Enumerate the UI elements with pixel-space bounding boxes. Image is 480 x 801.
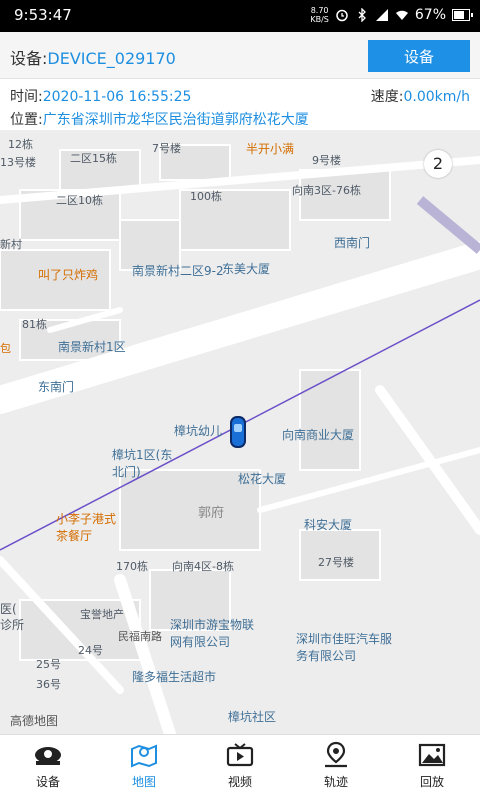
map-label: 医( <box>0 602 17 616</box>
map-label: 24号 <box>78 644 103 657</box>
map-label: 100栋 <box>190 190 222 203</box>
map-icon <box>131 744 157 768</box>
device-select-button[interactable]: 设备 <box>368 40 470 72</box>
tab-video[interactable]: 视频 <box>192 735 288 801</box>
battery-icon <box>452 9 473 21</box>
location-value: 广东省深圳市龙华区民治街道郭府松花大厦 <box>42 112 309 128</box>
network-speed: 8.70 KB/S <box>310 6 329 24</box>
vehicle-marker-icon[interactable] <box>230 416 246 448</box>
map-label: 向南4区-8栋 <box>172 560 234 573</box>
map-label: 二区10栋 <box>56 194 103 207</box>
network-speed-unit: KB/S <box>310 15 329 24</box>
map-label: 25号 <box>36 658 61 671</box>
map-label: 12栋 <box>8 138 33 151</box>
battery-percent: 67% <box>414 7 446 23</box>
tab-device-label: 设备 <box>35 775 60 789</box>
device-label: 设备: <box>10 49 48 68</box>
map-label: 二区15栋 <box>70 152 117 165</box>
tab-video-label: 视频 <box>227 775 252 789</box>
tab-track-label: 轨迹 <box>323 775 348 789</box>
device-id: DEVICE_029170 <box>47 49 176 68</box>
status-icons: 8.70 KB/S 67% <box>310 6 473 24</box>
network-speed-value: 8.70 <box>310 6 329 15</box>
time-value: 2020-11-06 16:55:25 <box>42 89 192 105</box>
map-poi[interactable]: 东南门 <box>38 378 74 395</box>
zoom-level-badge[interactable]: 2 <box>424 150 452 178</box>
location-row: 位置:广东省深圳市龙华区民治街道郭府松花大厦 <box>10 109 309 129</box>
map-label: 170栋 <box>116 560 148 573</box>
device-bar: 设备:DEVICE_029170 设备 <box>0 32 480 79</box>
map-poi-restaurant[interactable]: 叫了只炸鸡 <box>38 266 98 283</box>
map-label: 81栋 <box>22 318 47 331</box>
map-poi[interactable]: 南景新村二区9-2 <box>132 262 224 279</box>
device-label-row: 设备:DEVICE_029170 <box>10 45 176 69</box>
map-poi-restaurant[interactable]: 半开小满 <box>246 140 294 157</box>
time-row: 时间:2020-11-06 16:55:25 <box>10 86 191 106</box>
map-poi[interactable]: 松花大厦 <box>238 470 286 487</box>
signal-icon <box>375 8 389 22</box>
tab-playback-label: 回放 <box>419 775 444 789</box>
map-label: 包 <box>0 342 11 355</box>
map-label: 9号楼 <box>312 154 341 167</box>
map-label: 13号楼 <box>0 156 36 169</box>
map-label: 新村 <box>0 238 22 251</box>
map-label: 36号 <box>36 678 61 691</box>
map-poi[interactable]: 樟坑1区(东北门) <box>112 446 174 480</box>
device-icon <box>35 747 61 765</box>
tab-track[interactable]: 轨迹 <box>288 735 384 801</box>
video-icon <box>226 743 254 767</box>
map-poi[interactable]: 深圳市佳旺汽车服务有限公司 <box>296 630 396 664</box>
status-bar: 9:53:47 8.70 KB/S 67% <box>0 0 480 32</box>
time-label: 时间: <box>10 89 43 105</box>
info-panel: 时间:2020-11-06 16:55:25 速度:0.00km/h 位置:广东… <box>0 80 480 130</box>
map-poi[interactable]: 隆多福生活超市 <box>132 668 216 685</box>
wifi-icon <box>395 8 409 22</box>
map-label: 27号楼 <box>318 556 354 569</box>
bluetooth-icon <box>355 7 369 23</box>
map-poi[interactable]: 樟坑幼儿 <box>174 422 222 439</box>
tab-playback[interactable]: 回放 <box>384 735 480 801</box>
alarm-icon <box>335 8 349 22</box>
tab-map-label: 地图 <box>131 775 156 789</box>
map-poi[interactable]: 西南门 <box>334 234 370 251</box>
map-label: 民福南路 <box>118 630 162 643</box>
map-label: 宝誉地产 <box>80 608 124 621</box>
speed-value: 0.00km/h <box>403 89 470 105</box>
map-label: 向南3区-76栋 <box>292 184 361 197</box>
map-poi[interactable]: 深圳市游宝物联网有限公司 <box>170 616 258 650</box>
map-poi[interactable]: 科安大厦 <box>304 516 352 533</box>
map-poi[interactable]: 樟坑社区 <box>228 708 276 725</box>
speed-row: 速度:0.00km/h <box>371 86 470 106</box>
map-label: 诊所 <box>0 618 25 632</box>
bottom-nav: 设备 地图 视频 轨迹 回放 <box>0 734 480 801</box>
tab-map[interactable]: 地图 <box>96 735 192 801</box>
track-icon <box>325 741 347 768</box>
tab-device[interactable]: 设备 <box>0 735 96 801</box>
location-label: 位置: <box>10 112 43 128</box>
map-poi[interactable]: 南景新村1区 <box>58 338 126 355</box>
map-poi-restaurant[interactable]: 小李子港式茶餐厅 <box>56 510 120 544</box>
map-label: 7号楼 <box>152 142 181 155</box>
speed-label: 速度: <box>370 89 404 105</box>
playback-icon <box>418 743 446 767</box>
map-poi[interactable]: 向南商业大厦 <box>282 426 354 443</box>
status-time: 9:53:47 <box>14 6 72 24</box>
map-label: 郭府 <box>198 506 225 521</box>
map-view[interactable]: 2 12栋 二区15栋 13号楼 二区10栋 新村 7号楼 9号楼 100栋 向… <box>0 130 480 734</box>
map-poi[interactable]: 东美大厦 <box>222 260 270 277</box>
map-provider-logo: 高德地图 <box>10 714 59 728</box>
